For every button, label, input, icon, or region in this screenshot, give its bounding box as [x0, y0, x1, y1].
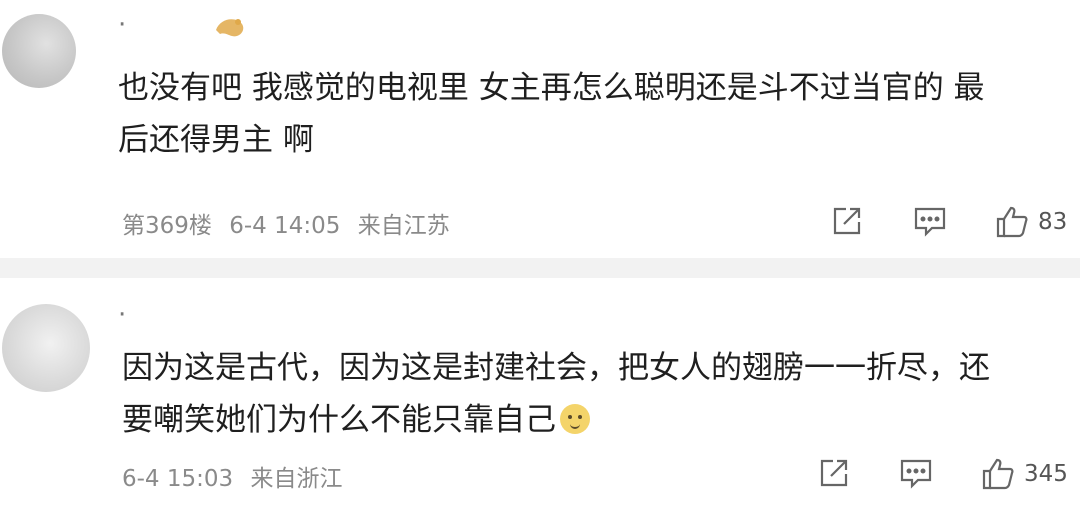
floor-number: 第369楼: [122, 213, 212, 239]
avatar[interactable]: [2, 304, 90, 392]
comment-location: 来自江苏: [357, 213, 450, 239]
like-count: 345: [1024, 461, 1068, 487]
comment-time: 6-4 15:03: [122, 466, 234, 492]
share-button[interactable]: [817, 456, 851, 490]
divider: [0, 258, 1080, 278]
comment-text-line: 要嘲笑她们为什么不能只靠自己: [122, 394, 1052, 446]
username[interactable]: ·: [118, 300, 127, 330]
username[interactable]: ·: [118, 10, 127, 40]
thumbs-up-icon: [980, 456, 1016, 492]
reply-button[interactable]: [912, 204, 948, 238]
comment-item: · 因为这是古代，因为这是封建社会，把女人的翅膀一一折尽，还 要嘲笑她们为什么不…: [0, 278, 1080, 509]
comment-item: · 也没有吧 我感觉的电视里 女主再怎么聪明还是斗不过当官的 最 后还得男主 啊…: [0, 0, 1080, 258]
comment-text-segment: 要嘲笑她们为什么不能只靠自己: [122, 402, 556, 438]
share-button[interactable]: [830, 204, 864, 238]
comment-location: 来自浙江: [250, 466, 343, 492]
share-icon: [817, 456, 851, 490]
reply-button[interactable]: [898, 456, 934, 490]
like-button[interactable]: 345: [980, 456, 1068, 492]
thumbs-up-icon: [994, 204, 1030, 240]
comment-icon: [912, 204, 948, 238]
badge-icon: [210, 12, 250, 44]
comment-text-line: 后还得男主 啊: [118, 122, 314, 158]
comment-meta: 6-4 15:03 来自浙江: [122, 459, 342, 493]
comment-text-line: 因为这是古代，因为这是封建社会，把女人的翅膀一一折尽，还: [122, 350, 990, 386]
share-icon: [830, 204, 864, 238]
comment-meta: 第369楼 6-4 14:05 来自江苏: [122, 206, 450, 240]
emoji-icon: [560, 404, 590, 434]
avatar[interactable]: [2, 14, 76, 88]
comment-text: 也没有吧 我感觉的电视里 女主再怎么聪明还是斗不过当官的 最 后还得男主 啊: [118, 62, 1052, 166]
comment-text: 因为这是古代，因为这是封建社会，把女人的翅膀一一折尽，还 要嘲笑她们为什么不能只…: [122, 342, 1052, 446]
like-count: 83: [1038, 209, 1068, 235]
comment-text-line: 也没有吧 我感觉的电视里 女主再怎么聪明还是斗不过当官的 最: [118, 70, 985, 106]
comment-icon: [898, 456, 934, 490]
comment-time: 6-4 14:05: [229, 213, 341, 239]
like-button[interactable]: 83: [994, 204, 1067, 240]
